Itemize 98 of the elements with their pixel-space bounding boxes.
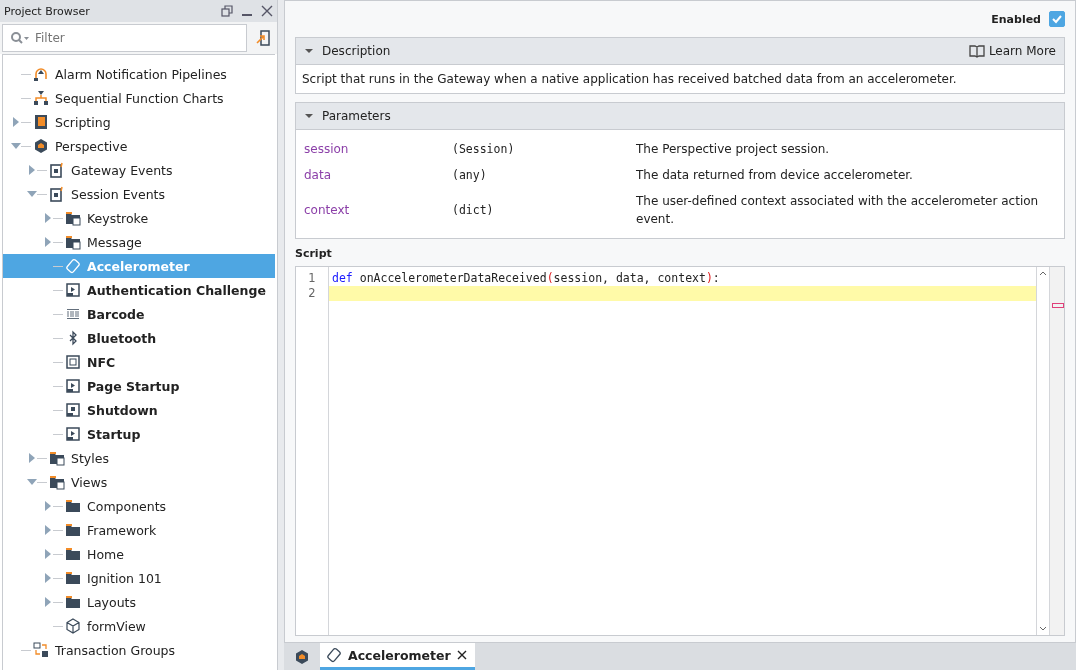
tree-item[interactable]: Gateway Events: [3, 158, 276, 182]
tree-item[interactable]: Transaction Groups: [3, 638, 276, 662]
phone-icon: [326, 647, 342, 663]
expand-toggle-icon[interactable]: [27, 165, 37, 175]
tree-item[interactable]: Authentication Challenge: [3, 278, 276, 302]
tree-item[interactable]: Ignition 101: [3, 566, 276, 590]
parameter-description: The user-defined context associated with the accelerometer action event.: [636, 193, 1040, 228]
parameter-type: (dict): [452, 203, 495, 217]
collapse-icon: [304, 46, 314, 56]
scroll-up-icon[interactable]: [1039, 270, 1047, 276]
folder-icon: [65, 210, 81, 226]
expand-toggle-icon[interactable]: [11, 117, 21, 127]
code-editor[interactable]: 1 2 def onAccelerometerDataReceived(session, data, context):: [295, 266, 1065, 636]
folder-icon: [49, 474, 65, 490]
tree-item[interactable]: formView: [3, 614, 276, 638]
learn-more-link[interactable]: Learn More: [968, 44, 1056, 58]
parameter-name: context: [304, 203, 351, 217]
parameter-type: (Session): [452, 142, 516, 156]
tree-item[interactable]: Layouts: [3, 590, 276, 614]
folder-icon: [65, 234, 81, 250]
tree-item[interactable]: Sequential Function Charts: [3, 86, 276, 110]
script-icon: [33, 114, 49, 130]
line-number: 2: [307, 286, 317, 301]
expand-toggle-icon[interactable]: [43, 525, 53, 535]
hexagon-icon[interactable]: [294, 648, 310, 665]
close-icon[interactable]: [456, 650, 467, 660]
tree-item[interactable]: Components: [3, 494, 276, 518]
expand-toggle-icon[interactable]: [27, 477, 37, 487]
tree-item[interactable]: Session Events: [3, 182, 276, 206]
tree-item[interactable]: Styles: [3, 446, 276, 470]
hexagon-icon: [33, 138, 49, 154]
section-header[interactable]: Description Learn More: [296, 38, 1064, 65]
tree-item[interactable]: Startup: [3, 422, 276, 446]
phone-icon: [65, 258, 81, 274]
parameter-description: The data returned from device accelerometer.: [636, 167, 914, 184]
enabled-label: Enabled: [991, 12, 1041, 26]
tree-item[interactable]: Message: [3, 230, 276, 254]
search-icon[interactable]: [10, 31, 30, 45]
folder-icon: [65, 522, 81, 538]
line-number: 1: [307, 271, 317, 286]
tree-item[interactable]: Page Startup: [3, 374, 276, 398]
book-icon: [968, 44, 985, 58]
parameter-name: data: [304, 168, 333, 182]
parameter-name: session: [304, 142, 350, 156]
expand-toggle-icon[interactable]: [43, 573, 53, 583]
expand-toggle-icon[interactable]: [43, 549, 53, 559]
expand-toggle-icon[interactable]: [43, 237, 53, 247]
flowchart-icon: [33, 90, 49, 106]
restore-icon[interactable]: [221, 5, 234, 17]
expand-toggle-icon[interactable]: [27, 189, 37, 199]
folder-icon: [65, 570, 81, 586]
expand-toggle-icon[interactable]: [43, 213, 53, 223]
tree-item[interactable]: Keystroke: [3, 206, 276, 230]
parameter-description: The Perspective project session.: [636, 141, 831, 158]
tree-item[interactable]: Barcode: [3, 302, 276, 326]
tree-item[interactable]: Perspective: [3, 134, 276, 158]
tree-item[interactable]: Shutdown: [3, 398, 276, 422]
parameter-type: (any): [452, 168, 488, 182]
section-title: Parameters: [322, 109, 391, 123]
folder-icon: [49, 450, 65, 466]
enabled-checkbox[interactable]: [1049, 11, 1065, 27]
folder-icon: [65, 594, 81, 610]
collapse-icon: [304, 111, 314, 121]
play-script-icon: [65, 426, 81, 442]
code-line: def onAccelerometerDataReceived(session, data, context):: [331, 271, 721, 286]
link-icon[interactable]: [255, 29, 272, 47]
barcode-icon: [65, 306, 81, 322]
pipeline-icon: [33, 66, 49, 82]
tree-item[interactable]: Scripting: [3, 110, 276, 134]
tree-item[interactable]: Bluetooth: [3, 326, 276, 350]
expand-toggle-icon[interactable]: [27, 453, 37, 463]
play-script-icon: [65, 282, 81, 298]
folder-icon: [65, 546, 81, 562]
description-text: Script that runs in the Gateway when a native application has received batched data from an accelerometer.: [301, 71, 958, 88]
tree-item[interactable]: Alarm Notification Pipelines: [3, 62, 276, 86]
tree-item[interactable]: Framework: [3, 518, 276, 542]
play-script-icon: [65, 378, 81, 394]
expand-toggle-icon[interactable]: [11, 141, 21, 151]
cube-icon: [65, 618, 81, 634]
event-script-icon: [49, 186, 65, 202]
scroll-down-icon[interactable]: [1039, 626, 1047, 632]
event-script-icon: [49, 162, 65, 178]
tree-item[interactable]: Home: [3, 542, 276, 566]
tree-item[interactable]: NFC: [3, 350, 276, 374]
script-icon: [65, 402, 81, 418]
nfc-icon: [65, 354, 81, 370]
folder-icon: [65, 498, 81, 514]
script-label: Script: [295, 247, 333, 262]
tab-label: Accelerometer: [348, 647, 451, 663]
section-title: Description: [322, 44, 391, 58]
editor-tab[interactable]: Accelerometer: [320, 643, 475, 670]
expand-toggle-icon[interactable]: [43, 501, 53, 511]
transaction-icon: [33, 642, 49, 658]
section-header[interactable]: Parameters: [296, 103, 1064, 130]
expand-toggle-icon[interactable]: [43, 597, 53, 607]
filter-field[interactable]: Filter: [2, 24, 248, 52]
panel-title: Project Browser: [4, 4, 90, 18]
tree-item[interactable]: Views: [3, 470, 276, 494]
